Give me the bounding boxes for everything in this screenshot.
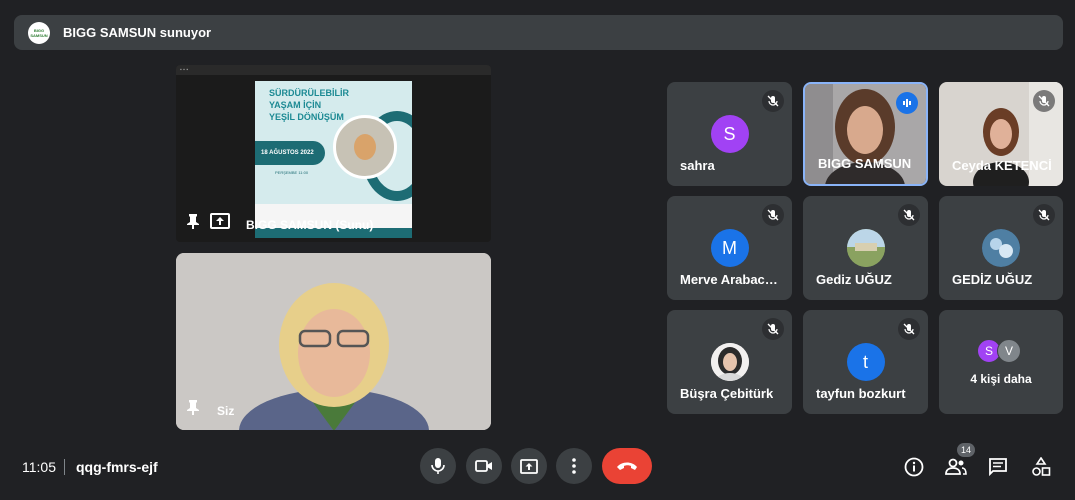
mic-off-icon bbox=[762, 90, 784, 112]
present-screen-icon[interactable] bbox=[210, 213, 230, 234]
avatar: t bbox=[846, 343, 885, 381]
bottom-bar: 11:05 qqg-fmrs-ejf bbox=[0, 440, 1075, 500]
current-time: 11:05 bbox=[22, 459, 56, 475]
participant-name: BIGG SAMSUN bbox=[818, 156, 912, 171]
bigg-logo: BIGG SAMSUN bbox=[28, 21, 50, 44]
presentation-slide: SÜRDÜRÜLEBİLİR YAŞAM İÇİN YEŞİL DÖNÜŞÜM … bbox=[255, 81, 412, 238]
camera-button[interactable] bbox=[466, 448, 502, 484]
avatar-photo bbox=[710, 343, 749, 381]
speaking-indicator-icon bbox=[896, 92, 918, 114]
activities-icon bbox=[1032, 457, 1051, 476]
presentation-toolbar: ▪ ▪ ▪ bbox=[176, 65, 491, 75]
presenting-banner: BIGG SAMSUN BIGG SAMSUN sunuyor bbox=[14, 15, 1063, 50]
speaker-photo bbox=[333, 115, 397, 179]
participant-tile[interactable]: S sahra bbox=[667, 82, 792, 186]
slide-day: PERŞEMBE 11:00 bbox=[275, 170, 309, 175]
participant-name: GEDİZ UĞUZ bbox=[952, 272, 1033, 287]
self-view-tile[interactable]: Siz bbox=[176, 253, 491, 430]
self-label: Siz bbox=[217, 404, 235, 418]
participant-count-badge: 14 bbox=[957, 443, 975, 457]
participant-tile-speaking[interactable]: BIGG SAMSUN bbox=[803, 82, 928, 186]
participant-tile[interactable]: GEDİZ UĞUZ bbox=[939, 196, 1063, 300]
participant-name: Gediz UĞUZ bbox=[816, 272, 892, 287]
participant-name: Ceyda KETENCİ bbox=[952, 158, 1052, 173]
hangup-icon bbox=[617, 462, 637, 470]
mic-off-icon bbox=[898, 204, 920, 226]
activities-button[interactable] bbox=[1029, 455, 1053, 479]
mic-off-icon bbox=[762, 318, 784, 340]
present-icon bbox=[520, 458, 538, 474]
participant-tile[interactable]: Gediz UĞUZ bbox=[803, 196, 928, 300]
chat-button[interactable] bbox=[986, 455, 1010, 479]
presentation-tile[interactable]: ▪ ▪ ▪ SÜRDÜRÜLEBİLİR YAŞAM İÇİN YEŞİL DÖ… bbox=[176, 65, 491, 242]
slide-date: 18 AĞUSTOS 2022 bbox=[255, 141, 325, 165]
participant-tile[interactable]: Ceyda KETENCİ bbox=[939, 82, 1063, 186]
participant-tile[interactable]: M Merve Arabacı ... bbox=[667, 196, 792, 300]
more-options-button[interactable] bbox=[556, 448, 592, 484]
more-avatars: S V bbox=[977, 339, 1021, 363]
participant-name: Merve Arabacı ... bbox=[680, 272, 780, 287]
mic-off-icon bbox=[1033, 90, 1055, 112]
more-people-label: 4 kişi daha bbox=[970, 372, 1032, 386]
participant-tile[interactable]: Büşra Çebitürk bbox=[667, 310, 792, 414]
people-button[interactable] bbox=[944, 455, 968, 479]
mini-avatar: V bbox=[997, 339, 1021, 363]
mic-off-icon bbox=[898, 318, 920, 340]
chat-icon bbox=[989, 458, 1007, 477]
divider bbox=[64, 459, 65, 475]
present-button[interactable] bbox=[511, 448, 547, 484]
meeting-code: qqg-fmrs-ejf bbox=[76, 459, 158, 475]
avatar-photo bbox=[846, 229, 885, 267]
pin-icon[interactable] bbox=[186, 399, 200, 420]
mic-off-icon bbox=[1033, 204, 1055, 226]
avatar: M bbox=[710, 229, 749, 267]
camera-icon bbox=[475, 460, 492, 472]
participant-name: Büşra Çebitürk bbox=[680, 386, 774, 401]
pin-icon[interactable] bbox=[186, 213, 200, 234]
participant-tile[interactable]: t tayfun bozkurt bbox=[803, 310, 928, 414]
avatar: S bbox=[710, 115, 749, 153]
mic-icon bbox=[431, 458, 445, 474]
presenting-text: BIGG SAMSUN sunuyor bbox=[63, 25, 212, 40]
more-vert-icon bbox=[572, 458, 576, 474]
people-icon bbox=[945, 458, 967, 475]
info-icon bbox=[904, 457, 924, 477]
microphone-button[interactable] bbox=[420, 448, 456, 484]
participant-name: sahra bbox=[680, 158, 715, 173]
participant-name: tayfun bozkurt bbox=[816, 386, 906, 401]
presentation-label: BIGG SAMSUN (Sunu) bbox=[246, 218, 374, 232]
avatar-photo bbox=[982, 229, 1020, 267]
more-participants-tile[interactable]: S V 4 kişi daha bbox=[939, 310, 1063, 414]
mic-off-icon bbox=[762, 204, 784, 226]
meeting-details-button[interactable] bbox=[902, 455, 926, 479]
leave-call-button[interactable] bbox=[602, 448, 652, 484]
slide-title: SÜRDÜRÜLEBİLİR YAŞAM İÇİN YEŞİL DÖNÜŞÜM bbox=[269, 88, 349, 122]
